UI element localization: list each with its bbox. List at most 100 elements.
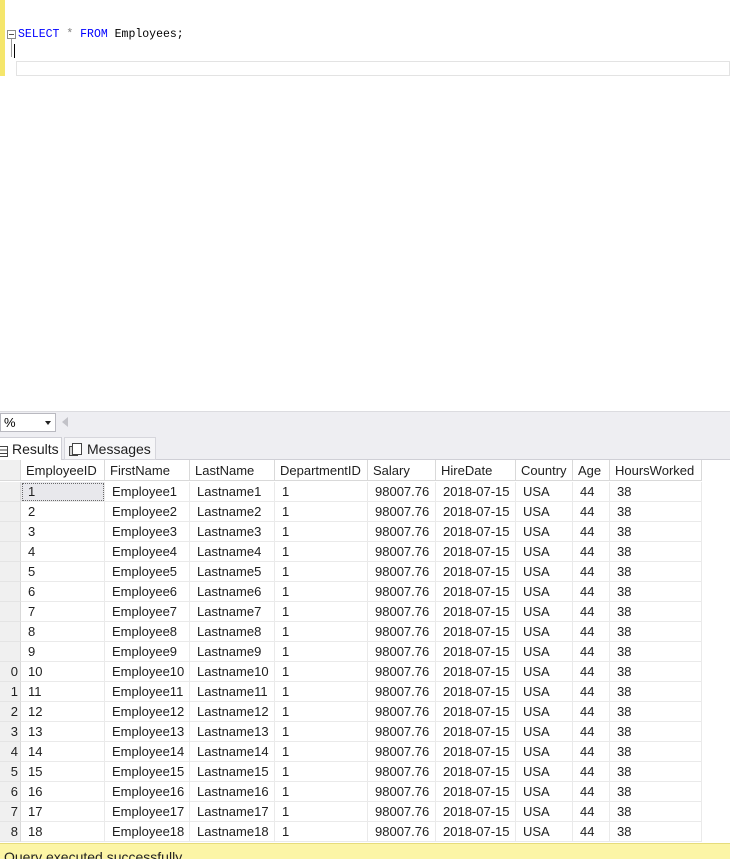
grid-cell[interactable]: 98007.76 — [368, 662, 436, 682]
grid-cell[interactable]: Employee5 — [105, 562, 190, 582]
column-header[interactable]: HoursWorked — [610, 460, 702, 481]
grid-cell[interactable]: Employee14 — [105, 742, 190, 762]
grid-cell[interactable]: 44 — [573, 482, 610, 502]
grid-cell[interactable]: 98007.76 — [368, 702, 436, 722]
grid-cell[interactable]: Lastname11 — [190, 682, 275, 702]
grid-cell[interactable]: 1 — [275, 502, 368, 522]
row-header[interactable]: 7 — [0, 802, 21, 822]
grid-cell[interactable]: Lastname10 — [190, 662, 275, 682]
grid-cell[interactable]: USA — [516, 822, 573, 842]
column-header[interactable]: LastName — [190, 460, 275, 481]
grid-cell[interactable]: 4 — [21, 542, 105, 562]
grid-cell[interactable]: 1 — [275, 642, 368, 662]
grid-cell[interactable]: 44 — [573, 662, 610, 682]
row-header[interactable]: 4 — [0, 742, 21, 762]
tab-messages[interactable]: Messages — [64, 437, 156, 460]
grid-cell[interactable]: 1 — [275, 722, 368, 742]
row-header[interactable]: 1 — [0, 682, 21, 702]
table-row[interactable]: 8 Employee8 Lastname8 1 98007.76 2018-07-15 US… — [21, 622, 702, 642]
grid-cell[interactable]: 1 — [275, 562, 368, 582]
grid-cell[interactable]: 38 — [610, 702, 702, 722]
grid-cell[interactable]: 2018-07-15 — [436, 542, 516, 562]
grid-cell[interactable]: 9 — [21, 642, 105, 662]
grid-cell[interactable]: 1 — [275, 662, 368, 682]
grid-cell[interactable]: Employee7 — [105, 602, 190, 622]
grid-cell[interactable]: 98007.76 — [368, 522, 436, 542]
grid-cell[interactable]: 2018-07-15 — [436, 822, 516, 842]
grid-cell[interactable]: 11 — [21, 682, 105, 702]
grid-cell[interactable]: 98007.76 — [368, 622, 436, 642]
grid-cell[interactable]: 14 — [21, 742, 105, 762]
table-row[interactable]: 5 Employee5 Lastname5 1 98007.76 2018-07-15 US… — [21, 562, 702, 582]
grid-cell[interactable]: USA — [516, 502, 573, 522]
grid-cell[interactable]: USA — [516, 622, 573, 642]
grid-cell[interactable]: 38 — [610, 662, 702, 682]
table-row[interactable]: 1 Employee1 Lastname1 1 98007.76 2018-07-15 US… — [21, 482, 702, 502]
grid-cell[interactable]: 44 — [573, 762, 610, 782]
grid-cell[interactable]: USA — [516, 782, 573, 802]
grid-cell[interactable]: 2018-07-15 — [436, 762, 516, 782]
grid-cell[interactable]: 2018-07-15 — [436, 482, 516, 502]
grid-cell[interactable]: 38 — [610, 582, 702, 602]
table-row[interactable]: 17 Employee17 Lastname17 1 98007.76 2018-07-1… — [21, 802, 702, 822]
grid-cell[interactable]: 38 — [610, 742, 702, 762]
grid-cell[interactable]: Employee2 — [105, 502, 190, 522]
grid-cell[interactable]: 1 — [275, 802, 368, 822]
grid-cell[interactable]: Lastname2 — [190, 502, 275, 522]
grid-cell[interactable]: 1 — [275, 622, 368, 642]
grid-cell[interactable]: Lastname6 — [190, 582, 275, 602]
chevron-down-icon[interactable] — [45, 421, 51, 425]
row-header[interactable]: 6 — [0, 782, 21, 802]
grid-cell[interactable]: USA — [516, 602, 573, 622]
grid-cell[interactable]: USA — [516, 762, 573, 782]
grid-cell[interactable]: 1 — [275, 522, 368, 542]
grid-cell[interactable]: 1 — [275, 742, 368, 762]
grid-cell[interactable]: 2018-07-15 — [436, 702, 516, 722]
grid-cell[interactable]: USA — [516, 522, 573, 542]
grid-cell[interactable]: 44 — [573, 622, 610, 642]
table-row[interactable]: 12 Employee12 Lastname12 1 98007.76 2018-07-1… — [21, 702, 702, 722]
grid-cell[interactable]: Lastname16 — [190, 782, 275, 802]
column-header[interactable]: Age — [573, 460, 610, 481]
grid-cell[interactable]: Lastname9 — [190, 642, 275, 662]
grid-cell[interactable]: Employee1 — [105, 482, 190, 502]
grid-cell[interactable]: USA — [516, 662, 573, 682]
row-header[interactable] — [0, 602, 21, 622]
column-header[interactable]: FirstName — [105, 460, 190, 481]
grid-cell[interactable]: 98007.76 — [368, 562, 436, 582]
grid-cell[interactable]: 2018-07-15 — [436, 622, 516, 642]
grid-cell[interactable]: 44 — [573, 742, 610, 762]
grid-cell[interactable]: 1 — [275, 682, 368, 702]
row-header[interactable] — [0, 522, 21, 542]
grid-cell[interactable]: 38 — [610, 642, 702, 662]
table-row[interactable]: 15 Employee15 Lastname15 1 98007.76 2018-07-1… — [21, 762, 702, 782]
grid-cell[interactable]: 1 — [275, 542, 368, 562]
grid-cell[interactable]: 98007.76 — [368, 602, 436, 622]
grid-cell[interactable]: 1 — [275, 482, 368, 502]
row-header[interactable] — [0, 622, 21, 642]
table-row[interactable]: 6 Employee6 Lastname6 1 98007.76 2018-07-15 US… — [21, 582, 702, 602]
grid-cell[interactable]: Employee6 — [105, 582, 190, 602]
grid-cell[interactable]: USA — [516, 722, 573, 742]
grid-cell[interactable]: Employee8 — [105, 622, 190, 642]
row-header[interactable]: 5 — [0, 762, 21, 782]
grid-cell[interactable]: 98007.76 — [368, 802, 436, 822]
grid-cell[interactable]: USA — [516, 702, 573, 722]
grid-cell[interactable]: Lastname1 — [190, 482, 275, 502]
grid-cell[interactable]: USA — [516, 482, 573, 502]
grid-cell[interactable]: 17 — [21, 802, 105, 822]
grid-cell[interactable]: Employee13 — [105, 722, 190, 742]
grid-cell[interactable]: Employee11 — [105, 682, 190, 702]
grid-cell[interactable]: 1 — [275, 782, 368, 802]
grid-cell[interactable]: 2018-07-15 — [436, 662, 516, 682]
table-row[interactable]: 11 Employee11 Lastname11 1 98007.76 2018-07-1… — [21, 682, 702, 702]
grid-cell[interactable]: Employee16 — [105, 782, 190, 802]
grid-cell[interactable]: 38 — [610, 682, 702, 702]
grid-cell[interactable]: 38 — [610, 802, 702, 822]
grid-cell[interactable]: 98007.76 — [368, 822, 436, 842]
grid-cell[interactable]: 44 — [573, 722, 610, 742]
grid-cell[interactable]: 10 — [21, 662, 105, 682]
grid-cell[interactable]: Lastname12 — [190, 702, 275, 722]
row-header[interactable]: 2 — [0, 702, 21, 722]
tab-results[interactable]: Results — [0, 437, 62, 460]
